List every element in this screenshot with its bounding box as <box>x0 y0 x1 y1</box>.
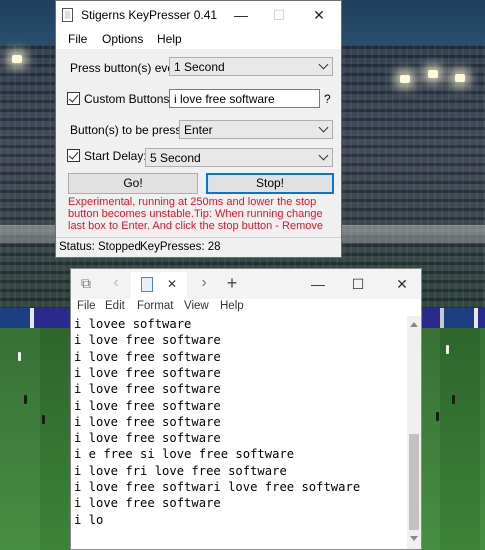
notepad-titlebar[interactable]: ⧉ ‹ ✕ › + — ☐ ✕ <box>71 269 421 299</box>
stop-button[interactable]: Stop! <box>206 173 334 194</box>
go-button[interactable]: Go! <box>68 173 198 194</box>
text-line: i e free si love free software <box>74 447 295 462</box>
notepad-document-icon <box>141 277 153 292</box>
player <box>42 415 45 424</box>
start-delay-select[interactable]: 5 Second <box>145 148 333 167</box>
start-delay-value: 5 Second <box>150 151 201 165</box>
text-line: i love free software <box>74 496 221 511</box>
text-line: i love free software <box>74 398 221 413</box>
scroll-up-icon[interactable] <box>410 322 418 327</box>
chevron-down-icon <box>318 122 329 133</box>
notepad-window: ⧉ ‹ ✕ › + — ☐ ✕ File Edit Format View He… <box>70 268 422 550</box>
text-line: i lovee software <box>74 317 192 331</box>
player <box>436 412 439 421</box>
menu-help[interactable]: Help <box>157 32 182 46</box>
keypress-count: KeyPresses: 28 <box>140 241 221 253</box>
tabs-overview-icon[interactable]: ⧉ <box>79 276 93 290</box>
help-icon[interactable]: ? <box>324 92 331 106</box>
notepad-menu-format[interactable]: Format <box>137 300 173 312</box>
start-delay-checkbox[interactable] <box>67 149 80 162</box>
menu-file[interactable]: File <box>68 32 87 46</box>
scrollbar-thumb[interactable] <box>409 434 419 530</box>
text-line: i love free software <box>74 333 221 348</box>
floodlight <box>400 75 410 83</box>
custom-buttons-input[interactable]: i love free software <box>169 89 320 108</box>
notepad-tab[interactable]: ✕ <box>131 272 187 299</box>
app-icon <box>62 8 73 22</box>
notepad-minimize-button[interactable]: — <box>299 269 337 299</box>
notepad-menu-view[interactable]: View <box>184 300 209 312</box>
notepad-menu-bar: File Edit Format View Help <box>71 299 421 316</box>
menu-bar: File Options Help <box>56 29 341 49</box>
text-line: i love free software <box>74 431 221 446</box>
text-line: i love free softwari love free software <box>74 480 361 494</box>
title-bar[interactable]: Stigerns KeyPresser 0.41 — ☐ ✕ <box>56 1 341 29</box>
press-every-value: 1 Second <box>174 60 225 74</box>
status-state: Status: Stopped <box>59 241 141 253</box>
text-line: i love free software <box>74 414 221 429</box>
chevron-down-icon <box>318 150 329 161</box>
floodlight <box>428 70 438 78</box>
menu-options[interactable]: Options <box>102 32 143 46</box>
back-icon[interactable]: ‹ <box>109 275 123 291</box>
notepad-menu-file[interactable]: File <box>77 300 96 312</box>
notepad-menu-help[interactable]: Help <box>220 300 244 312</box>
player <box>446 345 449 354</box>
status-bar: Status: Stopped KeyPresses: 28 <box>56 237 341 258</box>
forward-icon[interactable]: › <box>197 275 211 291</box>
notepad-maximize-button[interactable]: ☐ <box>339 269 377 299</box>
text-line: i love free software <box>74 382 221 397</box>
custom-buttons-checkbox[interactable] <box>67 92 80 105</box>
player <box>18 352 21 361</box>
text-line: i love free software <box>74 349 221 364</box>
vertical-scrollbar[interactable] <box>407 316 421 549</box>
notepad-close-button[interactable]: ✕ <box>383 269 421 299</box>
keypresser-window: Stigerns KeyPresser 0.41 — ☐ ✕ File Opti… <box>55 0 342 258</box>
minimize-button[interactable]: — <box>222 1 260 29</box>
floodlight <box>12 55 22 63</box>
player <box>452 395 455 404</box>
to-press-value: Enter <box>184 123 213 137</box>
floodlight <box>455 74 465 82</box>
text-line: i love fri love free software <box>74 463 287 478</box>
new-tab-icon[interactable]: + <box>225 274 239 292</box>
window-title: Stigerns KeyPresser 0.41 <box>81 8 218 22</box>
custom-buttons-label: Custom Buttons: <box>84 92 173 106</box>
custom-buttons-value: i love free software <box>174 92 275 106</box>
maximize-button: ☐ <box>272 7 286 23</box>
scroll-down-icon[interactable] <box>410 536 418 541</box>
text-line: i lo <box>74 512 104 527</box>
chevron-down-icon <box>318 59 329 70</box>
text-line: i love free software <box>74 365 221 380</box>
tab-close-icon[interactable]: ✕ <box>167 277 177 291</box>
player <box>24 395 27 404</box>
to-press-select[interactable]: Enter <box>179 120 333 139</box>
notepad-text-area[interactable]: i lovee software i love free software i … <box>71 316 407 549</box>
notepad-menu-edit[interactable]: Edit <box>105 300 125 312</box>
start-delay-label: Start Delay: <box>84 149 147 163</box>
press-every-select[interactable]: 1 Second <box>169 57 333 76</box>
warning-note: Experimental, running at 250ms and lower… <box>68 196 323 232</box>
close-button[interactable]: ✕ <box>300 1 338 29</box>
